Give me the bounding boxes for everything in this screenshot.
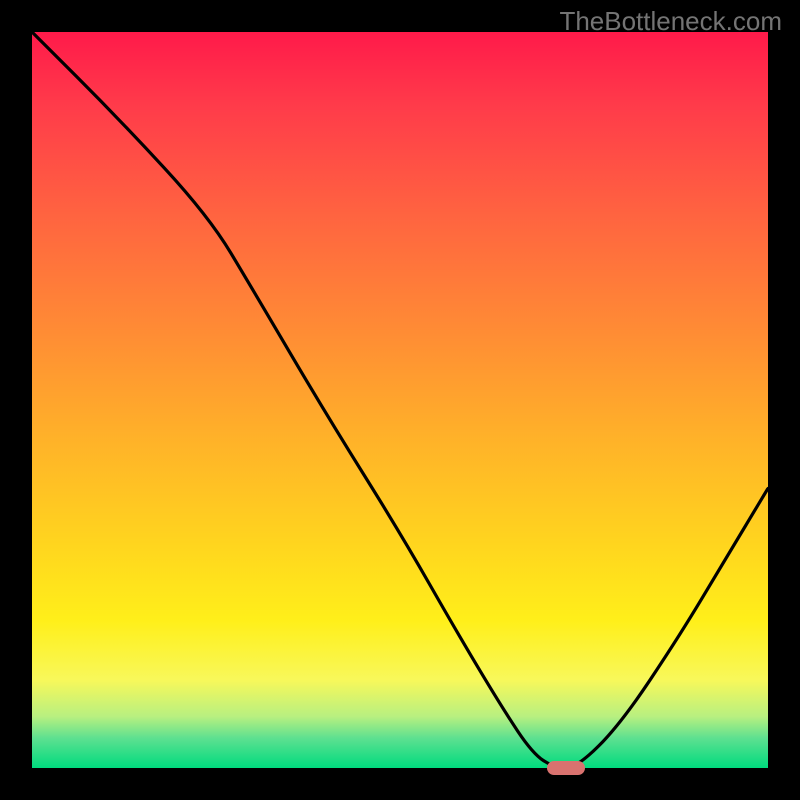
bottleneck-curve — [32, 32, 768, 768]
optimal-marker — [547, 761, 585, 775]
watermark-text: TheBottleneck.com — [559, 6, 782, 37]
chart-plot-area — [32, 32, 768, 768]
